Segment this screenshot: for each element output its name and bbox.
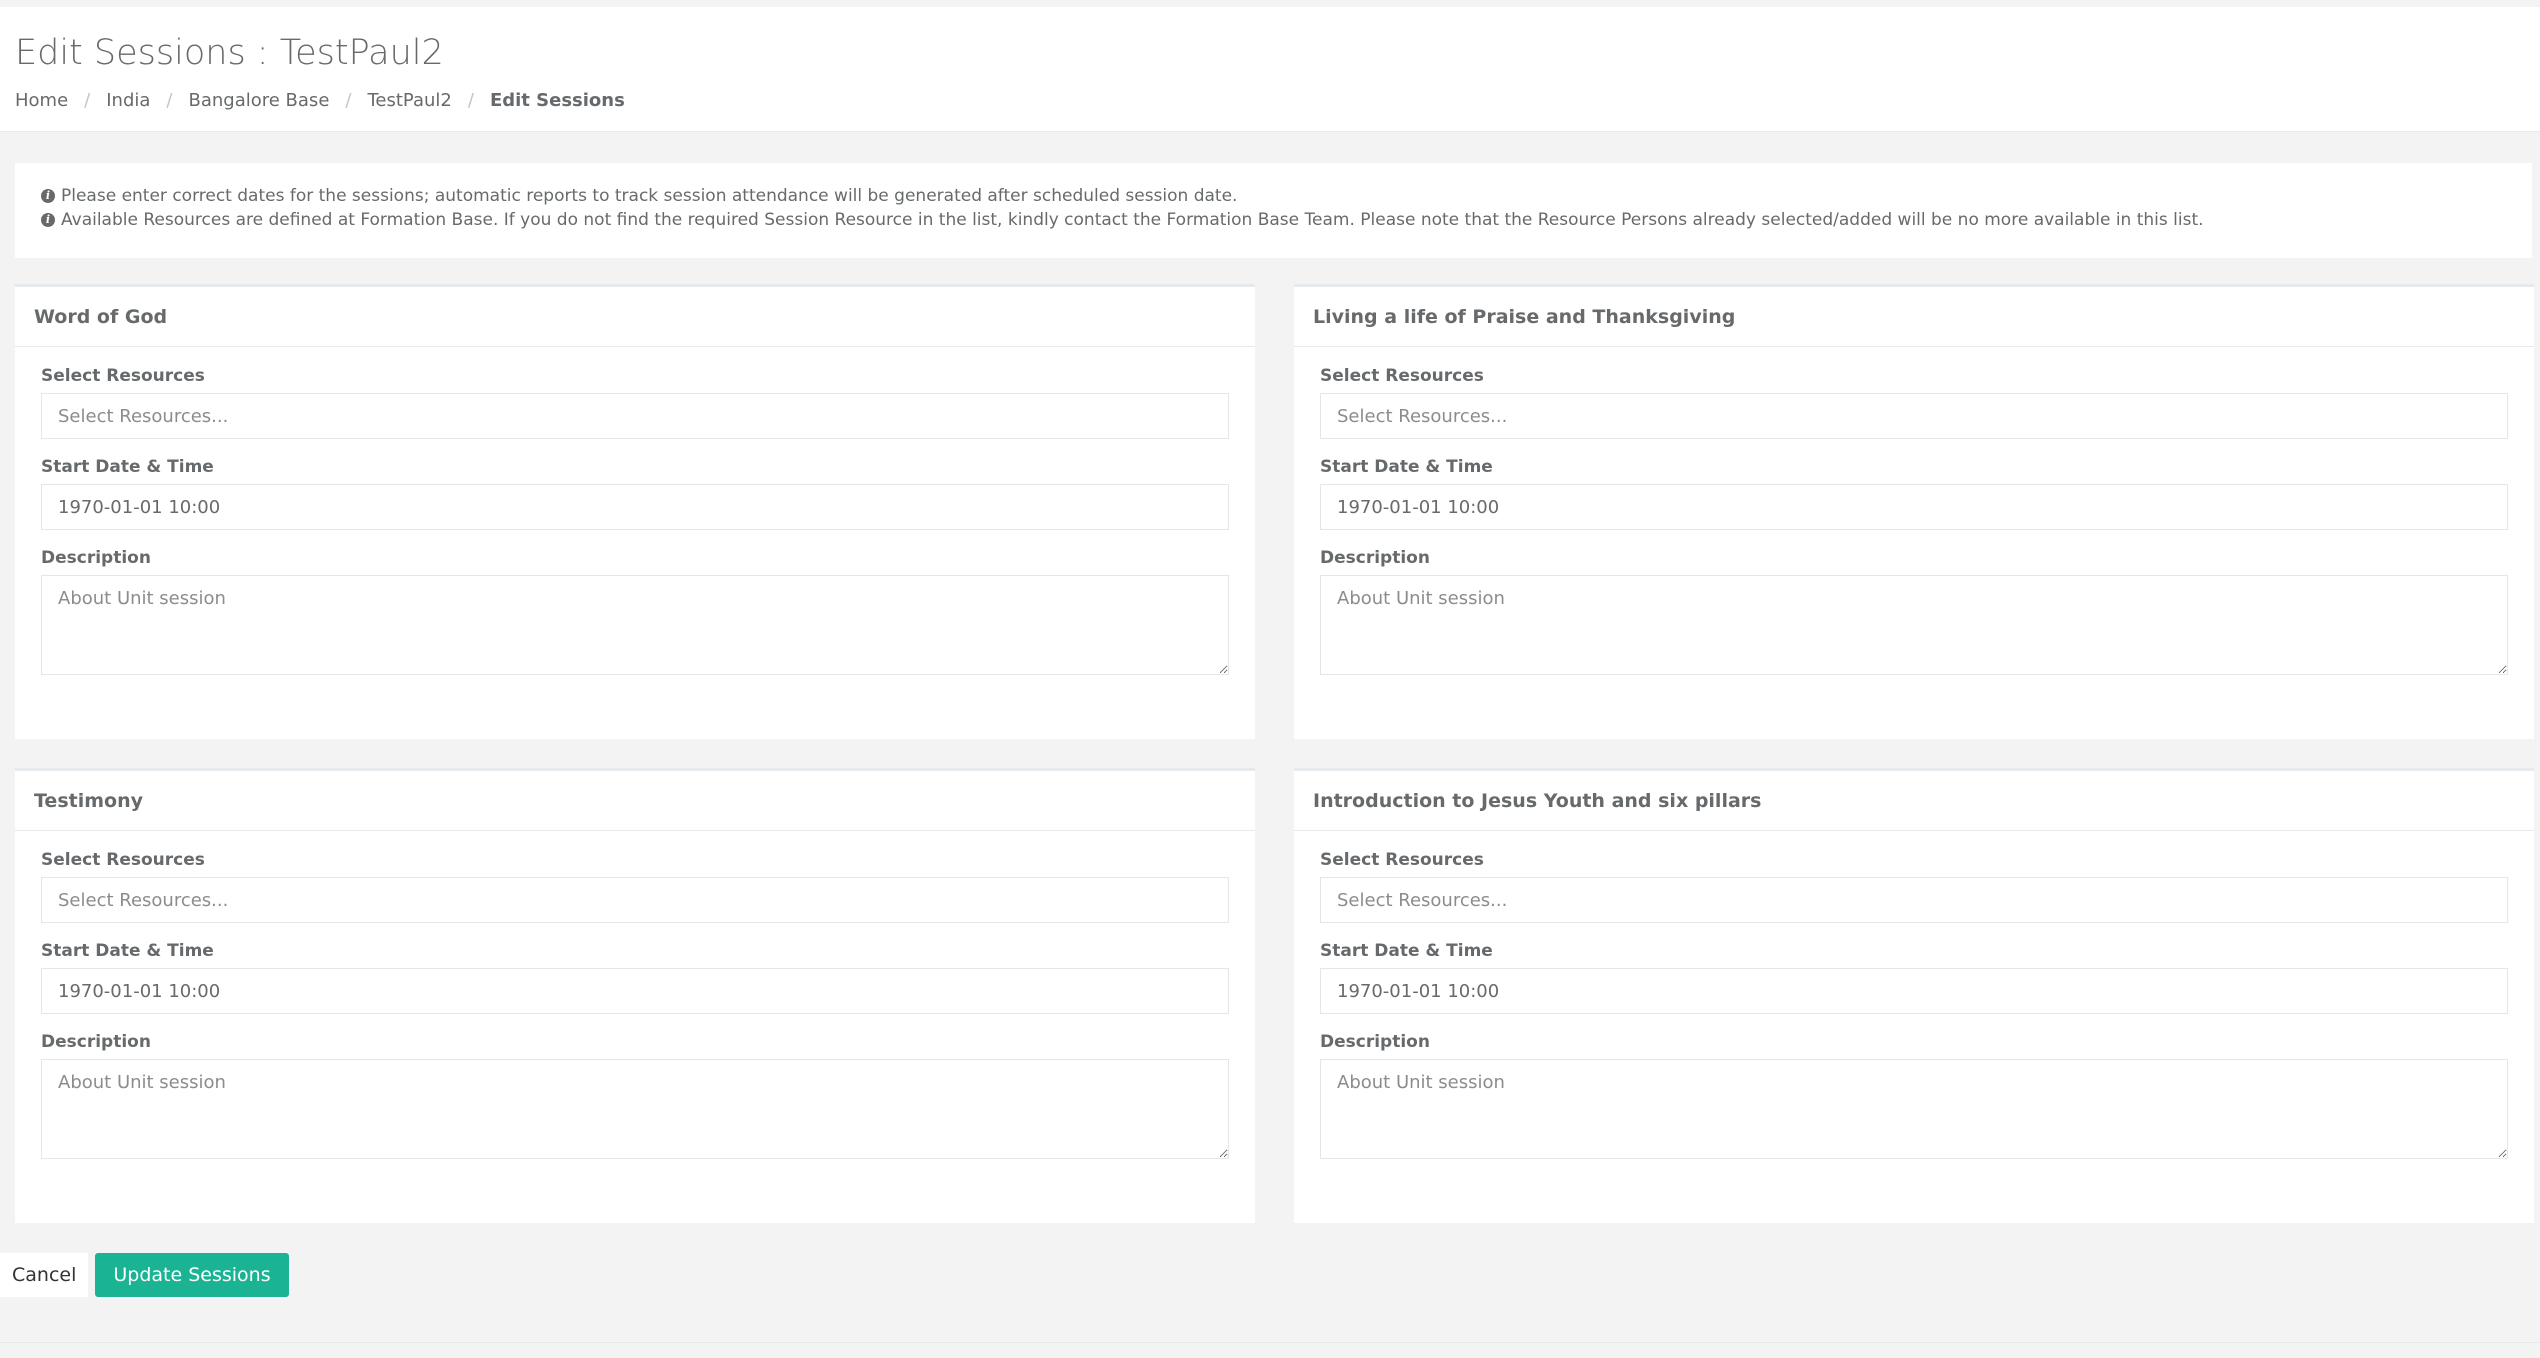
description-textarea[interactable] (41, 1059, 1229, 1159)
cancel-button[interactable]: Cancel (0, 1253, 89, 1297)
update-sessions-button[interactable]: Update Sessions (95, 1253, 289, 1297)
description-label: Description (41, 548, 151, 568)
session-title: Living a life of Praise and Thanksgiving (1294, 287, 2534, 347)
resources-select[interactable] (41, 877, 1229, 923)
page-title: Edit Sessions : TestPaul2 (15, 33, 444, 73)
session-panel-praise-thanksgiving: Living a life of Praise and Thanksgiving… (1294, 284, 2534, 739)
breadcrumb-separator: / (84, 90, 91, 111)
start-datetime-input[interactable] (1320, 484, 2508, 530)
info-circle-icon: i (41, 213, 55, 227)
breadcrumb-india[interactable]: India (106, 90, 150, 111)
info-line: i Available Resources are defined at For… (41, 208, 2507, 232)
resources-label: Select Resources (41, 366, 205, 386)
breadcrumb-separator: / (345, 90, 352, 111)
info-line: i Please enter correct dates for the ses… (41, 184, 2507, 208)
resources-label: Select Resources (1320, 366, 1484, 386)
resources-select[interactable] (1320, 877, 2508, 923)
description-label: Description (41, 1032, 151, 1052)
form-actions: Cancel Update Sessions (0, 1253, 289, 1297)
info-box: i Please enter correct dates for the ses… (15, 163, 2532, 258)
session-form: Select Resources Start Date & Time Descr… (15, 366, 1255, 675)
start-datetime-input[interactable] (41, 968, 1229, 1014)
session-form: Select Resources Start Date & Time Descr… (1294, 366, 2534, 675)
start-datetime-input[interactable] (41, 484, 1229, 530)
resources-select[interactable] (1320, 393, 2508, 439)
start-label: Start Date & Time (1320, 457, 1493, 477)
session-form: Select Resources Start Date & Time Descr… (15, 850, 1255, 1159)
footer-divider (0, 1342, 2540, 1343)
start-label: Start Date & Time (41, 457, 214, 477)
page-heading: Edit Sessions : TestPaul2 Home / India /… (0, 7, 2540, 132)
session-panel-word-of-god: Word of God Select Resources Start Date … (15, 284, 1255, 739)
info-circle-icon: i (41, 189, 55, 203)
session-form: Select Resources Start Date & Time Descr… (1294, 850, 2534, 1159)
info-text-resources: Available Resources are defined at Forma… (61, 210, 2204, 230)
start-datetime-input[interactable] (1320, 968, 2508, 1014)
session-panel-testimony: Testimony Select Resources Start Date & … (15, 768, 1255, 1223)
breadcrumb-home[interactable]: Home (15, 90, 68, 111)
description-label: Description (1320, 1032, 1430, 1052)
description-textarea[interactable] (1320, 575, 2508, 675)
breadcrumb-bangalore-base[interactable]: Bangalore Base (189, 90, 330, 111)
breadcrumb-active: Edit Sessions (489, 90, 625, 111)
resources-label: Select Resources (1320, 850, 1484, 870)
start-label: Start Date & Time (1320, 941, 1493, 961)
description-textarea[interactable] (1320, 1059, 2508, 1159)
breadcrumb-testpaul2[interactable]: TestPaul2 (367, 90, 451, 111)
description-label: Description (1320, 548, 1430, 568)
breadcrumb-separator: / (467, 90, 474, 111)
description-textarea[interactable] (41, 575, 1229, 675)
resources-label: Select Resources (41, 850, 205, 870)
breadcrumb-separator: / (166, 90, 173, 111)
session-title: Introduction to Jesus Youth and six pill… (1294, 771, 2534, 831)
session-panel-jesus-youth-pillars: Introduction to Jesus Youth and six pill… (1294, 768, 2534, 1223)
breadcrumb: Home / India / Bangalore Base / TestPaul… (15, 90, 625, 111)
session-title: Testimony (15, 771, 1255, 831)
info-text-dates: Please enter correct dates for the sessi… (61, 186, 1238, 206)
session-title: Word of God (15, 287, 1255, 347)
resources-select[interactable] (41, 393, 1229, 439)
start-label: Start Date & Time (41, 941, 214, 961)
